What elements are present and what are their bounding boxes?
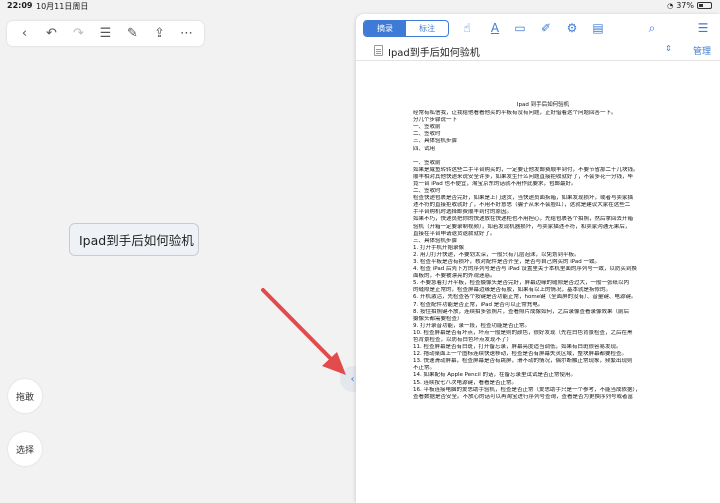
- text-icon[interactable]: A: [486, 19, 504, 37]
- document-line: 的缝隙是正常的，检查屏幕边缘是否有胶，如果有以上的情况，基本就是拆修的。: [413, 287, 612, 294]
- document-line: 摄像头都需要检查）: [413, 315, 463, 322]
- document-line: 15. 连续按七八次电源键，看看是否正常。: [413, 379, 517, 386]
- file-icon: [374, 45, 383, 56]
- scroll-mode-label: 拖敢: [15, 392, 34, 403]
- edit-button[interactable]: ✎: [123, 24, 143, 44]
- segment-annotate[interactable]: 标注: [406, 21, 448, 36]
- document-line: 16. 平板连接电脑的爱思助手验机，检查是否正常（爱思助手只是一个参考，不能当成…: [413, 386, 641, 393]
- mode-segmented-control: 摘录 标注: [363, 20, 449, 37]
- document-line: 11. 检查屏幕是否有白斑，打开备忘录，屏幕亮度适当调低，如果有白斑很容易发现。: [413, 344, 622, 351]
- document-title: Ipad到手后如何验机: [388, 48, 480, 59]
- scroll-mode-button[interactable]: 拖敢: [8, 379, 42, 413]
- more-button[interactable]: ⋯: [177, 24, 197, 44]
- document-line: 检查快递包裹是否完好，如果是上门送货，当快递员面拆箱，如果发现损坏，或者与卖家描: [413, 195, 634, 202]
- outline-button[interactable]: ☰: [96, 24, 116, 44]
- document-line: 2. 用刀打开快递，不要划太深，一般只有几层泡沫，以免划到平板。: [413, 251, 580, 258]
- document-line: 7. 检查配件功能是否正常，iPad 是否可以正常充电。: [413, 301, 544, 308]
- hand-icon[interactable]: ☝: [458, 19, 476, 37]
- document-page: Ipad 到手后如何验机 经常有私信我，让我给他看看他买的平板有没有问题，正好借…: [413, 102, 673, 401]
- list-icon[interactable]: ☰: [694, 19, 712, 37]
- status-bar: 22:09 10月11日周日 ◔ 37%: [0, 0, 720, 12]
- status-time: 22:09: [7, 1, 33, 10]
- select-mode-button[interactable]: 选择: [8, 432, 42, 466]
- document-toolbar: 摘录 标注 ☝ A ▭ ✐ ⚙ ▤ ⌕ ☰: [356, 14, 720, 41]
- search-icon[interactable]: ⌕: [643, 19, 661, 37]
- document-line: 顺丰相对其他快递来说安全许多，如果发生什么问题直接拒收就好了，不会多花一分钱，毕: [413, 173, 634, 180]
- sort-updown-icon[interactable]: ⇕: [665, 44, 672, 53]
- edit-icon: ✎: [127, 26, 138, 41]
- more-icon: ⋯: [180, 26, 193, 41]
- select-mode-label: 选择: [15, 445, 34, 456]
- outline-icon: ☰: [99, 26, 112, 41]
- document-line: 二、签收时: [413, 188, 441, 195]
- document-line: 二、签收时: [413, 131, 441, 138]
- document-line: 面板的，不要被漂亮的外观迷惑。: [413, 273, 496, 280]
- document-line: 12. 拖动桌面上一个图标连续快速移动，检查是否有屏幕失灵区域，整块屏幕都要检查…: [413, 351, 627, 358]
- manage-button[interactable]: 管理: [693, 44, 711, 57]
- document-line: 查看数据是否安全。不放心的话可以再淘宝进行序列号查询，查看是否为更换序列号或者富: [413, 393, 634, 400]
- document-line: 如果是咸鱼转转这些二手平台购买的，一定要让他发邮费顺丰到付，不要节省那二十几块钱…: [413, 166, 639, 173]
- page-title: Ipad 到手后如何验机: [516, 102, 570, 108]
- document-line: 四、试用: [413, 145, 436, 152]
- back-icon: ‹: [21, 26, 28, 41]
- document-line: 分几个步骤说一下: [413, 117, 458, 124]
- document-line: 验机（开箱一定要录制视频），如若发现机器损坏，与卖家描述不符，和卖家沟通无果后，: [413, 223, 631, 230]
- battery-icon: [697, 2, 712, 9]
- document-line: 不正常。: [413, 365, 436, 372]
- document-line: 6. 开机激活，先检查各个按键是否功能正常，home键（全面屏的没有）、音量键、…: [413, 294, 637, 301]
- document-line: 手平台购机时选择邮费顺丰到付的原因。: [413, 209, 513, 216]
- document-line: 色背景检查，以防有白色坏点发现不了）: [413, 337, 513, 343]
- share-button[interactable]: ⇪: [150, 24, 170, 44]
- document-line: 如果不巧，快递员把你的快递放在快递柜也不用担心，先给包裹各个拍照，然后拿回去开箱: [413, 216, 634, 223]
- draw-icon[interactable]: ✐: [537, 19, 555, 37]
- wifi-icon: ◔: [667, 1, 674, 10]
- document-line: 13. 快速滑动屏幕，检查屏幕是否有跳屏，滑不动的情况，偶尔断触正常现象，频繁出…: [413, 358, 633, 365]
- document-line: 一、签收前: [413, 124, 441, 131]
- document-line: 10. 检查屏幕是否有坏点，坏点一般是则的颜色，很好发现（先在白色背景检查，之后…: [413, 329, 633, 336]
- bookmark-icon[interactable]: ▤: [589, 19, 607, 37]
- undo-button[interactable]: ↶: [42, 24, 62, 44]
- share-icon: ⇪: [154, 26, 165, 41]
- document-line: 8. 按住拍照键不放，连续拍多张照片，查看照片成像如何，之后录像查看录像效果（前…: [413, 308, 629, 315]
- document-line: 14. 如果配有 Apple Pencil 的话，在备忘录里试试是否正常使用。: [413, 372, 576, 379]
- document-title-bar: Ipad到手后如何验机 ⇕ 管理: [356, 41, 720, 61]
- undo-icon: ↶: [46, 26, 57, 41]
- back-button[interactable]: ‹: [15, 24, 35, 44]
- mindmap-root-node[interactable]: Ipad到手后如何验机: [69, 223, 199, 256]
- document-line: 一、签收前: [413, 159, 441, 166]
- document-line: 述不符的直接拒收就好了，不用不好意思（骗子从来不会脸红），这就是建议大家在这些二: [413, 202, 631, 209]
- mindmap-toolbar: ‹ ↶ ↷ ☰ ✎ ⇪ ⋯: [7, 21, 204, 46]
- document-line: 三、具体验机步骤: [413, 237, 458, 244]
- document-line: 竟一台 iPad 也不便宜，淘宝京东的话就不用作此要求，包邮最好。: [413, 180, 577, 187]
- document-line: 9. 打开录音功能，录一段，检查功能是否正常。: [413, 322, 530, 329]
- document-line: 5. 不要急着打开平板，检查摄像头是否完好，屏幕边缘的缝隙是否过大，一般一张纸以…: [413, 280, 629, 287]
- battery-percent: 37%: [676, 1, 694, 10]
- gear-icon[interactable]: ⚙: [563, 19, 581, 37]
- document-line: 经常有私信我，让我给他看看他买的平板有没有问题，正好借着这个问题回答一下。: [413, 110, 617, 117]
- document-line: 4. 检查 iPad 后壳下方的序列号是否与 iPad 设置里关于本机里面的序列…: [413, 266, 637, 273]
- status-date: 10月11日周日: [36, 2, 89, 11]
- redo-icon: ↷: [73, 26, 84, 41]
- redo-button[interactable]: ↷: [69, 24, 89, 44]
- node-label: Ipad到手后如何验机: [79, 233, 194, 248]
- segment-excerpt[interactable]: 摘录: [364, 21, 406, 36]
- document-panel: 摘录 标注 ☝ A ▭ ✐ ⚙ ▤ ⌕ ☰ Ipad到手后如何验机 ⇕ 管理 I…: [356, 14, 720, 503]
- chevron-left-icon: ‹: [350, 373, 355, 385]
- document-line: 三、具体验机步骤: [413, 138, 458, 145]
- document-line: 直接在平台申请退货退款就好了。: [413, 230, 496, 237]
- rect-icon[interactable]: ▭: [511, 19, 529, 37]
- status-right: ◔ 37%: [667, 1, 712, 10]
- document-line: 3. 检查平板是否有损坏，核对配件是否齐全，是否与自己购买的 iPad 一致。: [413, 258, 600, 265]
- document-line: 1. 打开手机开始录像: [413, 244, 464, 251]
